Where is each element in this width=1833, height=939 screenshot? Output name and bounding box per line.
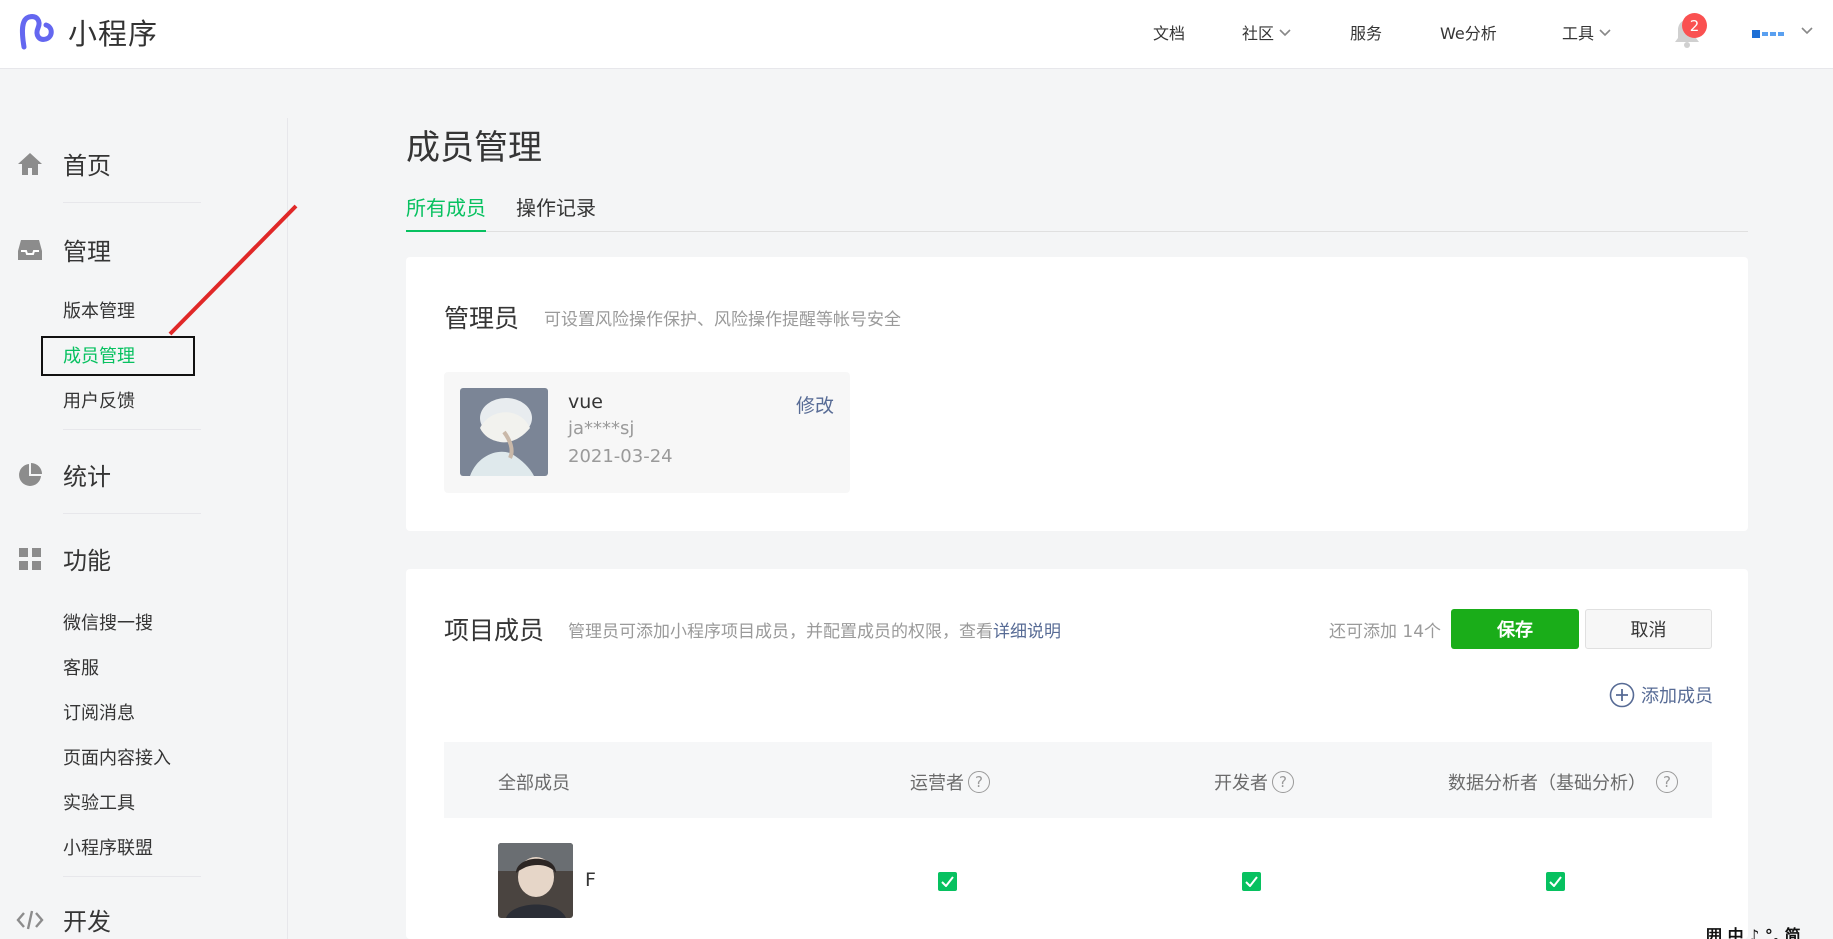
home-icon bbox=[16, 150, 44, 178]
account-logo-icon bbox=[1752, 30, 1784, 38]
sidebar-item-version[interactable]: 版本管理 bbox=[63, 297, 135, 323]
col-developer: 开发者? bbox=[1214, 769, 1294, 795]
annotation-highlight-box bbox=[41, 336, 195, 376]
chevron-down-icon bbox=[1599, 29, 1611, 37]
sidebar-section-label: 首页 bbox=[63, 152, 111, 180]
sidebar-item-experiment-tools[interactable]: 实验工具 bbox=[63, 789, 135, 815]
nav-community[interactable]: 社区 bbox=[1242, 20, 1292, 44]
sidebar-section-label: 开发 bbox=[63, 908, 111, 936]
divider bbox=[63, 876, 201, 877]
admin-name: vue bbox=[568, 391, 603, 413]
pie-chart-icon bbox=[16, 461, 44, 489]
sidebar-section-manage[interactable]: 管理 bbox=[16, 232, 111, 267]
developer-checkbox[interactable] bbox=[1242, 872, 1261, 891]
sidebar-item-feedback[interactable]: 用户反馈 bbox=[63, 387, 135, 413]
app-name: 小程序 bbox=[68, 17, 159, 51]
col-label: 开发者 bbox=[1214, 773, 1268, 794]
members-card-title: 项目成员 bbox=[444, 616, 545, 645]
sidebar-item-alliance[interactable]: 小程序联盟 bbox=[63, 834, 153, 860]
details-link[interactable]: 详细说明 bbox=[993, 622, 1061, 642]
chevron-down-icon bbox=[1279, 29, 1291, 37]
cancel-button[interactable]: 取消 bbox=[1585, 609, 1712, 649]
col-data-analyst: 数据分析者（基础分析）? bbox=[1448, 769, 1678, 795]
members-card-desc: 管理员可添加小程序项目成员，并配置成员的权限，查看详细说明 bbox=[568, 617, 1061, 642]
logo[interactable]: 小程序 bbox=[16, 11, 158, 53]
sidebar-section-label: 统计 bbox=[63, 463, 111, 491]
operator-checkbox[interactable] bbox=[938, 872, 957, 891]
col-label: 全部成员 bbox=[498, 773, 570, 794]
grid-icon bbox=[16, 545, 44, 573]
tab-bar: 所有成员 操作记录 bbox=[406, 193, 1748, 232]
nav-services[interactable]: 服务 bbox=[1350, 20, 1382, 44]
divider bbox=[63, 429, 201, 430]
col-label: 数据分析者（基础分析） bbox=[1448, 773, 1646, 794]
sidebar-section-label: 管理 bbox=[63, 238, 111, 266]
page-title: 成员管理 bbox=[406, 128, 542, 168]
avatar bbox=[498, 843, 573, 918]
col-all-members: 全部成员 bbox=[498, 769, 570, 795]
check-icon bbox=[1245, 876, 1258, 887]
sidebar-item-subscribe-msg[interactable]: 订阅消息 bbox=[63, 699, 135, 725]
nav-we-analytics-label: We分析 bbox=[1440, 24, 1497, 43]
sidebar-item-wechat-search[interactable]: 微信搜一搜 bbox=[63, 609, 153, 635]
admin-info: vue ja****sj 2021-03-24 修改 bbox=[444, 372, 850, 493]
add-member-label: 添加成员 bbox=[1641, 686, 1713, 707]
nav-docs[interactable]: 文档 bbox=[1153, 20, 1185, 44]
divider bbox=[63, 513, 201, 514]
edit-admin-link[interactable]: 修改 bbox=[796, 391, 834, 418]
chevron-down-icon[interactable] bbox=[1800, 25, 1814, 35]
sidebar-section-stats[interactable]: 统计 bbox=[16, 457, 111, 492]
sidebar-section-features[interactable]: 功能 bbox=[16, 541, 111, 576]
admin-card-desc: 可设置风险操作保护、风险操作提醒等帐号安全 bbox=[544, 310, 901, 330]
nav-tools-label: 工具 bbox=[1562, 24, 1595, 43]
annotation-arrow bbox=[168, 204, 298, 336]
miniprogram-logo-icon bbox=[19, 14, 54, 50]
nav-services-label: 服务 bbox=[1350, 24, 1383, 43]
sidebar-section-home[interactable]: 首页 bbox=[16, 146, 111, 181]
nav-we-analytics[interactable]: We分析 bbox=[1440, 20, 1497, 44]
help-icon[interactable]: ? bbox=[1272, 771, 1294, 793]
sidebar-item-customer-service[interactable]: 客服 bbox=[63, 654, 99, 680]
member-name: F bbox=[585, 869, 596, 891]
notification-badge: 2 bbox=[1682, 13, 1707, 38]
top-navbar: 小程序 文档 社区 服务 We分析 工具 2 bbox=[0, 0, 1833, 69]
tab-operation-log[interactable]: 操作记录 bbox=[516, 193, 596, 232]
nav-docs-label: 文档 bbox=[1153, 24, 1186, 43]
nav-community-label: 社区 bbox=[1242, 24, 1275, 43]
admin-date: 2021-03-24 bbox=[568, 446, 673, 467]
analyst-checkbox[interactable] bbox=[1546, 872, 1565, 891]
admin-card-title: 管理员 bbox=[444, 304, 520, 333]
col-operator: 运营者? bbox=[910, 769, 990, 795]
check-icon bbox=[941, 876, 954, 887]
admin-id: ja****sj bbox=[568, 418, 635, 439]
nav-tools[interactable]: 工具 bbox=[1562, 20, 1612, 44]
sidebar-item-page-content[interactable]: 页面内容接入 bbox=[63, 744, 171, 770]
help-icon[interactable]: ? bbox=[968, 771, 990, 793]
help-icon[interactable]: ? bbox=[1656, 771, 1678, 793]
admin-card: 管理员 可设置风险操作保护、风险操作提醒等帐号安全 vue ja****sj 2… bbox=[406, 257, 1748, 531]
avatar bbox=[460, 388, 548, 476]
members-table-header: 全部成员 运营者? 开发者? 数据分析者（基础分析）? bbox=[444, 742, 1712, 818]
account-avatar[interactable] bbox=[1752, 28, 1790, 40]
save-button[interactable]: 保存 bbox=[1451, 609, 1579, 649]
sidebar-section-develop[interactable]: 开发 bbox=[16, 902, 111, 937]
code-icon bbox=[16, 906, 44, 934]
tab-all-members[interactable]: 所有成员 bbox=[406, 193, 486, 232]
ime-toolbar[interactable]: 囲 中 ♪ °, 简 bbox=[1706, 922, 1801, 939]
remaining-count: 还可添加 14个 bbox=[1329, 622, 1442, 642]
sidebar-section-label: 功能 bbox=[63, 547, 111, 575]
col-label: 运营者 bbox=[910, 773, 964, 794]
members-desc-text: 管理员可添加小程序项目成员，并配置成员的权限，查看 bbox=[568, 622, 993, 642]
check-icon bbox=[1549, 876, 1562, 887]
add-member-button[interactable]: 添加成员 bbox=[1609, 682, 1713, 708]
inbox-icon bbox=[16, 236, 44, 264]
add-circle-icon bbox=[1609, 682, 1635, 708]
